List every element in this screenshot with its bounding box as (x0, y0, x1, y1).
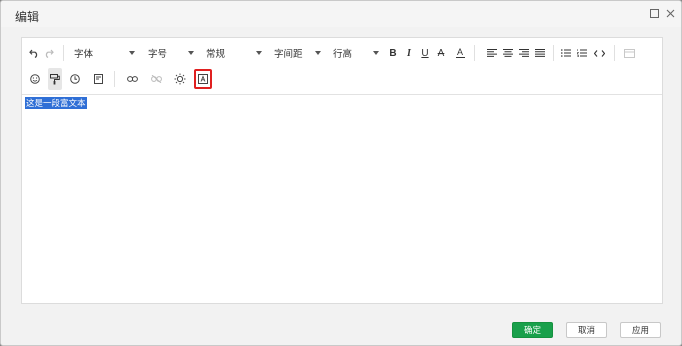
ok-button[interactable]: 确定 (512, 322, 553, 338)
line-height-label: 行高 (333, 49, 353, 60)
underline-button[interactable]: U (419, 42, 431, 64)
template-icon[interactable] (91, 68, 105, 90)
font-color-button[interactable]: A (454, 42, 466, 64)
chevron-down-icon (373, 51, 379, 55)
textbox-button[interactable] (194, 69, 212, 89)
link-icon[interactable] (124, 68, 140, 90)
selected-text[interactable]: 这是一段富文本 (25, 97, 87, 109)
close-icon[interactable] (665, 8, 675, 18)
toolbar-row-2 (22, 68, 662, 90)
rich-text-editor: 字体 字号 常规 字间距 行高 B I U A A 这是一段富文本 (21, 37, 663, 304)
unlink-icon[interactable] (148, 68, 164, 90)
chevron-down-icon (315, 51, 321, 55)
bold-button[interactable]: B (387, 42, 399, 64)
cancel-button[interactable]: 取消 (566, 322, 607, 338)
font-size-label: 字号 (148, 49, 168, 60)
editor-content-area[interactable]: 这是一段富文本 (22, 95, 662, 303)
apply-button[interactable]: 应用 (620, 322, 661, 338)
italic-button[interactable]: I (403, 42, 415, 64)
toolbar-divider (614, 45, 615, 61)
bulb-icon[interactable] (172, 68, 188, 90)
edit-dialog: 编辑 字体 字号 常规 字间距 行高 B I U A A 这是一段富文本 确定 … (0, 0, 682, 346)
toolbar-divider (474, 45, 475, 61)
strikethrough-button[interactable]: A (435, 42, 447, 64)
chevron-down-icon (129, 51, 135, 55)
code-icon[interactable] (592, 42, 606, 64)
paragraph-style-select[interactable]: 常规 (206, 42, 262, 64)
chevron-down-icon (256, 51, 262, 55)
maximize-icon[interactable] (649, 8, 659, 18)
format-painter-icon[interactable] (48, 68, 62, 90)
dialog-title: 编辑 (15, 10, 40, 24)
font-size-select[interactable]: 字号 (148, 42, 195, 64)
bullet-list-icon[interactable] (560, 42, 572, 64)
textbox-icon (198, 74, 208, 84)
undo-icon[interactable] (27, 42, 41, 64)
align-right-icon[interactable] (518, 42, 530, 64)
font-color-label: A (456, 47, 463, 57)
toolbar-row-1: 字体 字号 常规 字间距 行高 B I U A A (22, 42, 662, 64)
align-center-icon[interactable] (502, 42, 514, 64)
redo-icon[interactable] (42, 42, 56, 64)
clock-icon[interactable] (68, 68, 82, 90)
chevron-down-icon (188, 51, 194, 55)
align-left-icon[interactable] (486, 42, 498, 64)
font-family-label: 字体 (74, 49, 94, 60)
align-justify-icon[interactable] (534, 42, 546, 64)
numbered-list-icon[interactable] (576, 42, 588, 64)
toolbar-divider (63, 45, 64, 61)
line-height-select[interactable]: 行高 (333, 42, 380, 64)
color-underline (455, 57, 465, 58)
letter-spacing-label: 字间距 (274, 49, 303, 60)
fullscreen-icon[interactable] (622, 42, 636, 64)
emoji-icon[interactable] (27, 68, 43, 90)
title-bar: 编辑 (1, 1, 681, 27)
letter-spacing-select[interactable]: 字间距 (274, 42, 322, 64)
paragraph-style-label: 常规 (206, 49, 226, 60)
font-family-select[interactable]: 字体 (74, 42, 136, 64)
toolbar-divider (553, 45, 554, 61)
toolbar-divider (114, 71, 115, 87)
